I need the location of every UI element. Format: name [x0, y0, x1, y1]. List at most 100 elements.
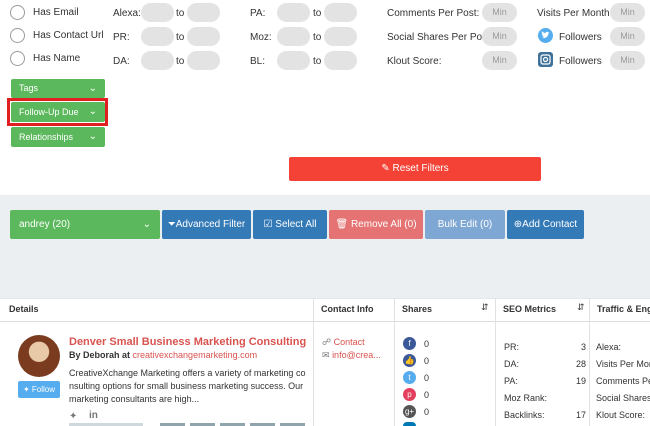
da-max-input[interactable]	[187, 51, 220, 70]
pr-to: to	[176, 32, 185, 43]
row-description-line: CreativeXchange Marketing offers a varie…	[69, 368, 306, 378]
alexa-max-input[interactable]	[187, 3, 220, 22]
da-min-input[interactable]	[141, 51, 174, 70]
seo-row: DA: 28	[504, 356, 586, 373]
header-traffic[interactable]: Traffic & Eng	[597, 304, 650, 314]
row-description: CreativeXchange Marketing offers a varie…	[69, 367, 305, 406]
check-square-icon: ☑	[263, 219, 273, 230]
col-divider	[313, 298, 314, 426]
has-email-radio[interactable]	[10, 5, 25, 20]
link-icon: ☍	[322, 337, 332, 347]
seo-value: 17	[575, 410, 586, 420]
social-shares-label: Social Shares Per Post:	[387, 32, 493, 43]
select-all-button[interactable]: ☑ Select All	[253, 210, 327, 239]
klout-label: Klout Score:	[387, 56, 442, 67]
row-description-line: marketing consultants are high...	[69, 394, 200, 404]
visits-min-input[interactable]: Min	[610, 3, 645, 22]
traffic-row: Alexa:	[596, 342, 622, 352]
relationships-dropdown-label: Relationships	[19, 132, 74, 142]
pr-min-input[interactable]	[141, 27, 174, 46]
da-to: to	[176, 56, 185, 67]
instagram-icon	[538, 52, 553, 67]
header-contact-info[interactable]: Contact Info	[321, 304, 374, 314]
bulk-edit-button[interactable]: Bulk Edit (0)	[425, 210, 505, 239]
remove-all-label: Remove All (0)	[350, 219, 417, 230]
sort-icon[interactable]: ⇵	[481, 302, 489, 313]
followup-due-dropdown-label: Follow-Up Due	[19, 107, 79, 117]
pr-label: PR:	[113, 32, 130, 43]
row-author-text: By Deborah at	[69, 350, 131, 360]
seo-key: DA:	[504, 359, 520, 369]
avatar	[18, 335, 60, 377]
linkedin-icon[interactable]: in	[89, 410, 98, 421]
moz-label: Moz:	[250, 32, 272, 43]
seo-key: Moz Rank:	[504, 393, 548, 403]
seo-row: PR: 3	[504, 339, 586, 356]
add-contact-label: Add Contact	[522, 219, 578, 230]
comments-label: Comments Per Post:	[387, 8, 480, 19]
select-all-label: Select All	[275, 219, 317, 230]
twitter-icon[interactable]: ✦	[69, 411, 77, 422]
chevron-down-icon: ⌄	[88, 83, 97, 94]
follow-button[interactable]: ✦ Follow	[18, 381, 60, 398]
instagram-followers-min-input[interactable]: Min	[610, 51, 645, 70]
traffic-metrics: Alexa: Visits Per Mon Comments Pe Social…	[596, 339, 650, 424]
contact-link-label: Contact	[333, 337, 365, 347]
traffic-row: Comments Pe	[596, 376, 650, 386]
has-name-radio[interactable]	[10, 51, 25, 66]
google-plus-icon: g+	[403, 405, 416, 418]
reset-filters-button[interactable]: ✎ Reset Filters	[289, 157, 541, 181]
tags-dropdown-label: Tags	[19, 83, 39, 93]
has-contact-url-radio[interactable]	[10, 28, 25, 43]
row-title[interactable]: Denver Small Business Marketing Consulti…	[69, 336, 306, 348]
sort-icon[interactable]: ⇵	[577, 302, 585, 313]
seo-row: Backlinks: 17	[504, 407, 586, 424]
twitter-followers-label: Followers	[559, 32, 602, 43]
list-select[interactable]: andrey (20) ⌄	[10, 210, 160, 239]
moz-max-input[interactable]	[324, 27, 357, 46]
email-link[interactable]: ✉ info@crea...	[322, 350, 381, 361]
klout-min-input[interactable]: Min	[482, 51, 517, 70]
bl-min-input[interactable]	[277, 51, 310, 70]
list-select-label: andrey (20)	[19, 219, 71, 230]
relationships-dropdown[interactable]: Relationships ⌄	[11, 127, 105, 147]
email-link-label: info@crea...	[332, 350, 381, 360]
trash-icon: 🗑	[335, 219, 349, 230]
linkedin-icon	[403, 422, 416, 426]
twitter-followers-min-input[interactable]: Min	[610, 27, 645, 46]
envelope-icon: ✉	[322, 350, 330, 360]
followup-due-dropdown[interactable]: Follow-Up Due ⌄	[11, 102, 105, 122]
bl-max-input[interactable]	[324, 51, 357, 70]
advanced-filter-button[interactable]: ⏷Advanced Filter	[162, 210, 251, 239]
row-domain-link[interactable]: creativexchangemarketing.com	[133, 350, 258, 360]
header-details[interactable]: Details	[9, 304, 39, 314]
remove-all-button[interactable]: 🗑 Remove All (0)	[329, 210, 423, 239]
alexa-to: to	[176, 8, 185, 19]
contact-link[interactable]: ☍ Contact	[322, 337, 365, 348]
chevron-down-icon: ⌄	[88, 131, 97, 142]
pinterest-icon: p	[403, 388, 416, 401]
header-seo-metrics[interactable]: SEO Metrics	[503, 304, 556, 314]
facebook-shares: 0	[424, 339, 430, 349]
pa-min-input[interactable]	[277, 3, 310, 22]
row-description-line: nsulting options for small business mark…	[69, 381, 304, 391]
social-shares-min-input[interactable]: Min	[482, 27, 517, 46]
header-shares[interactable]: Shares	[402, 304, 432, 314]
pa-label: PA:	[250, 8, 266, 19]
pr-max-input[interactable]	[187, 27, 220, 46]
twitter-icon: ✦	[22, 385, 30, 394]
add-contact-button[interactable]: ⊕Add Contact	[507, 210, 584, 239]
follow-label: Follow	[31, 385, 56, 394]
alexa-label: Alexa:	[113, 8, 141, 19]
col-divider	[495, 298, 496, 426]
moz-min-input[interactable]	[277, 27, 310, 46]
seo-value: 3	[580, 342, 586, 352]
has-name-label: Has Name	[33, 53, 81, 64]
chevron-down-icon: ⌄	[142, 219, 151, 230]
tags-dropdown[interactable]: Tags ⌄	[11, 79, 105, 98]
comments-min-input[interactable]: Min	[482, 3, 517, 22]
pa-max-input[interactable]	[324, 3, 357, 22]
has-email-label: Has Email	[33, 7, 79, 18]
has-contact-url-label: Has Contact Url	[33, 30, 104, 41]
alexa-min-input[interactable]	[141, 3, 174, 22]
